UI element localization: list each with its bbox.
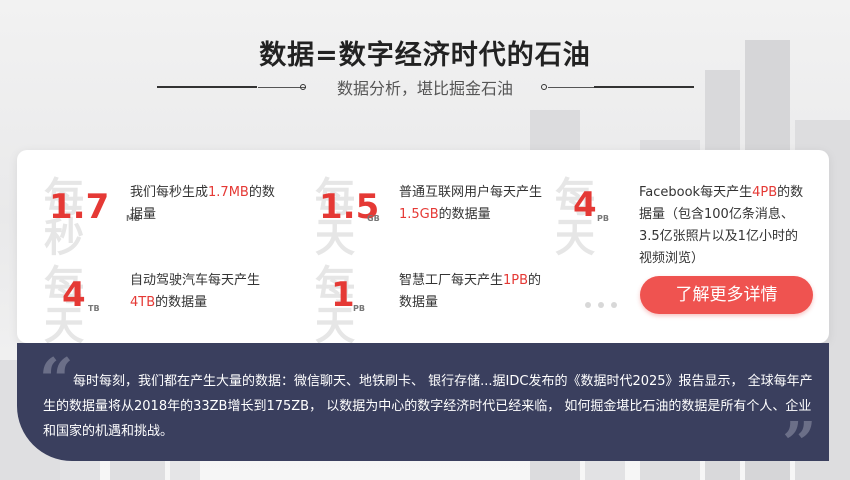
stat-unit: GB bbox=[367, 214, 380, 223]
stat-description: 智慧工厂每天产生1PB的数据量 bbox=[399, 273, 542, 310]
stat-unit: PB bbox=[353, 304, 365, 313]
close-quote-icon: ” bbox=[782, 410, 817, 480]
stat-value: 4 bbox=[62, 275, 86, 315]
stat-value: 4 bbox=[573, 185, 597, 225]
stat-description: 我们每秒生成1.7MB的数据量 bbox=[130, 185, 275, 222]
subtitle-row: 数据分析，堪比掘金石油 bbox=[0, 75, 850, 99]
stat-value: 1 bbox=[331, 275, 355, 315]
decorative-line-right bbox=[594, 86, 694, 88]
stat-unit: TB bbox=[88, 304, 100, 313]
stat-description: Facebook每天产生4PB的数据量（包含100亿条消息、3.5亿张照片以及1… bbox=[639, 185, 804, 266]
learn-more-button[interactable]: 了解更多详情 bbox=[640, 276, 813, 314]
decorative-dot-right bbox=[541, 84, 547, 90]
stat-value: 1.7 bbox=[49, 187, 110, 227]
stat-unit: PB bbox=[597, 214, 609, 223]
stat-description: 普通互联网用户每天产生1.5GB的数据量 bbox=[399, 185, 543, 222]
ellipsis-dots-icon bbox=[585, 293, 624, 312]
decorative-line-right-thin bbox=[548, 87, 594, 88]
stats-card: 每秒 1.7 MB 我们每秒生成1.7MB的数据量 每天 1.5 GB 普通互联… bbox=[17, 150, 829, 346]
page-title: 数据=数字经济时代的石油 bbox=[259, 40, 591, 71]
stat-description: 自动驾驶汽车每天产生4TB的数据量 bbox=[130, 273, 261, 310]
quote-text: 每时每刻，我们都在产生大量的数据：微信聊天、地铁刷卡、 银行存储...据IDC发… bbox=[43, 374, 813, 439]
quote-panel: “ 每时每刻，我们都在产生大量的数据：微信聊天、地铁刷卡、 银行存储...据ID… bbox=[17, 343, 829, 475]
page-subtitle: 数据分析，堪比掘金石油 bbox=[336, 79, 513, 98]
